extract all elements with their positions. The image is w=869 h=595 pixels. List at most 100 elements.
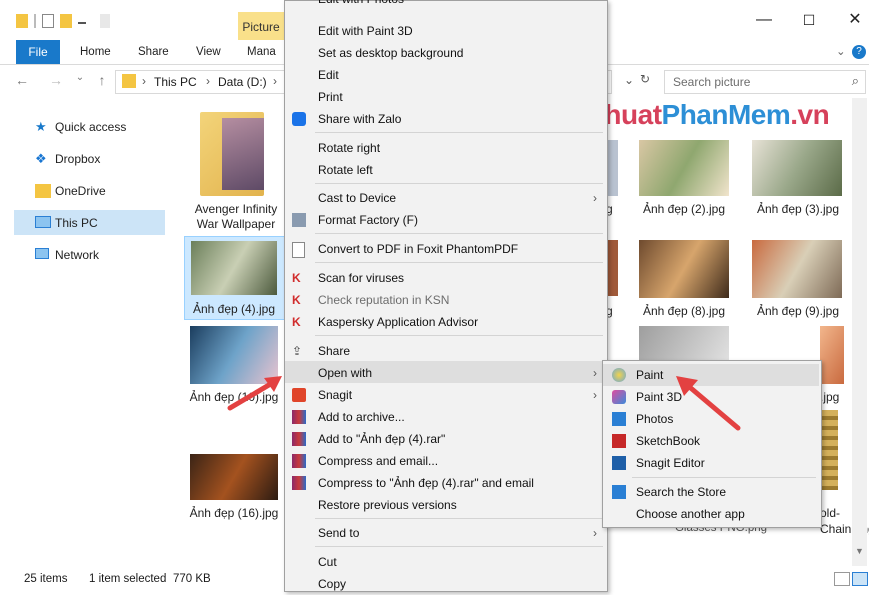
image-thumbnail[interactable] [820,326,844,384]
file-label[interactable]: Ảnh đẹp (2).jpg [632,202,736,216]
menu-separator [315,183,603,184]
folder-label[interactable]: Avenger Infinity War Wallpaper [186,202,286,232]
menu-snagit[interactable]: Snagit › [285,384,607,406]
open-with-choose-another-app[interactable]: Choose another app [603,503,821,525]
help-icon[interactable]: ? [852,45,866,59]
menu-cut[interactable]: Cut [285,551,607,573]
recent-locations-icon[interactable]: ⌄ [72,72,88,90]
menu-format-factory[interactable]: Format Factory (F) [285,209,607,231]
minimize-button[interactable]: — [752,10,776,30]
annotation-arrow-open-with [226,372,286,412]
menu-rotate-left[interactable]: Rotate left [285,159,607,181]
menu-label: Check reputation in KSN [318,293,450,307]
tab-home[interactable]: Home [80,40,111,64]
file-label[interactable]: .jpg [820,390,850,404]
format-factory-icon [292,213,306,227]
forward-icon[interactable]: → [48,72,64,90]
maximize-button[interactable]: ☐ [797,10,821,30]
winrar-icon [292,432,306,446]
annotation-arrow-paint [672,372,742,432]
tab-file[interactable]: File [16,40,60,64]
close-button[interactable]: ✕ [843,10,867,30]
menu-separator [315,233,603,234]
menu-add-to-rar[interactable]: Add to "Ảnh đẹp (4).rar" [285,428,607,450]
menu-compress-to-rar-and-email[interactable]: Compress to "Ảnh đẹp (4).rar" and email [285,472,607,494]
details-view-icon[interactable] [834,572,850,586]
tab-manage[interactable]: Mana [247,40,276,64]
search-icon[interactable]: ⌕ [852,73,859,89]
up-icon[interactable]: ↑ [94,72,110,90]
scroll-down-icon[interactable]: ▼ [855,546,864,556]
menu-check-reputation[interactable]: K Check reputation in KSN [285,289,607,311]
winrar-icon [292,476,306,490]
nav-item-this-pc[interactable]: This PC [35,212,98,234]
menu-kaspersky-advisor[interactable]: K Kaspersky Application Advisor [285,311,607,333]
image-thumbnail[interactable] [752,140,842,196]
menu-convert-to-pdf[interactable]: Convert to PDF in Foxit PhantomPDF [285,238,607,260]
customize-quick-access-icon[interactable] [78,22,86,24]
menu-copy[interactable]: Copy [285,573,607,595]
file-label[interactable]: Ảnh đẹp (16).jpg [186,506,282,520]
nav-item-dropbox[interactable]: ❖ Dropbox [35,148,101,170]
image-thumbnail[interactable] [639,240,729,298]
menu-edit[interactable]: Edit [285,64,607,86]
open-with-snagit-editor[interactable]: Snagit Editor [603,452,821,474]
menu-label: Convert to PDF in Foxit PhantomPDF [318,242,519,256]
menu-restore-previous-versions[interactable]: Restore previous versions [285,494,607,516]
menu-share[interactable]: ⇪ Share [285,340,607,362]
file-label[interactable]: old- [820,506,850,520]
file-label[interactable]: Ảnh đẹp (4).jpg [186,302,282,316]
store-icon [612,485,626,499]
menu-share-with-zalo[interactable]: Share with Zalo [285,108,607,130]
menu-edit-with-photos[interactable]: Edit with Photos [285,0,607,10]
menu-label: Add to "Ảnh đẹp (4).rar" [318,432,446,446]
menu-edit-with-paint-3d[interactable]: Edit with Paint 3D [285,20,607,42]
nav-item-network[interactable]: Network [35,244,99,266]
breadcrumb-data-d[interactable]: Data (D:) [218,75,267,89]
nav-item-quick-access[interactable]: ★ Quick access [35,116,126,138]
expand-ribbon-icon[interactable]: ⌄ [836,40,846,64]
file-label[interactable]: Ảnh đẹp (9).jpg [746,304,850,318]
vertical-scrollbar[interactable]: ▼ [852,98,867,566]
menu-open-with[interactable]: Open with › [285,362,607,384]
kaspersky-icon: K [292,293,301,307]
menu-label: Edit [318,68,339,82]
file-label[interactable]: Ảnh đẹp (8).jpg [632,304,736,318]
refresh-icon[interactable]: ↻ [640,72,650,86]
back-icon[interactable]: ← [14,72,30,90]
image-thumbnail[interactable] [639,326,729,360]
menu-send-to[interactable]: Send to › [285,522,607,544]
menu-cast-to-device[interactable]: Cast to Device › [285,187,607,209]
menu-set-desktop-background[interactable]: Set as desktop background [285,42,607,64]
search-input[interactable]: Search picture ⌕ [664,70,866,94]
breadcrumb-this-pc[interactable]: This PC [154,75,197,89]
image-thumbnail[interactable] [752,240,842,298]
file-label[interactable]: Ảnh đẹp (3).jpg [746,202,850,216]
picture-tools-tab[interactable]: Picture [238,12,284,40]
thumbnail-view-icon[interactable] [852,572,868,586]
folder-label-line1: Avenger Infinity [194,202,278,216]
menu-scan-for-viruses[interactable]: K Scan for viruses [285,267,607,289]
image-thumbnail[interactable] [639,140,729,196]
menu-label: Kaspersky Application Advisor [318,315,479,329]
new-folder-icon[interactable] [60,14,72,28]
menu-add-to-archive[interactable]: Add to archive... [285,406,607,428]
folder-preview-image [222,118,264,190]
image-thumbnail[interactable] [190,454,278,500]
open-with-search-store[interactable]: Search the Store [603,481,821,503]
menu-label: Compress to "Ảnh đẹp (4).rar" and email [318,476,534,490]
menu-compress-and-email[interactable]: Compress and email... [285,450,607,472]
properties-icon[interactable] [42,14,54,28]
menu-rotate-right[interactable]: Rotate right [285,137,607,159]
image-thumbnail[interactable] [820,410,838,490]
nav-item-onedrive[interactable]: OneDrive [35,180,106,202]
tab-view[interactable]: View [196,40,221,64]
paint-icon [612,368,626,382]
tab-share[interactable]: Share [138,40,169,64]
open-with-sketchbook[interactable]: SketchBook [603,430,821,452]
zalo-icon [292,112,306,126]
nav-label: Dropbox [55,152,101,166]
menu-print[interactable]: Print [285,86,607,108]
image-thumbnail[interactable] [191,241,277,295]
address-dropdown-icon[interactable]: ⌄ [624,73,634,87]
